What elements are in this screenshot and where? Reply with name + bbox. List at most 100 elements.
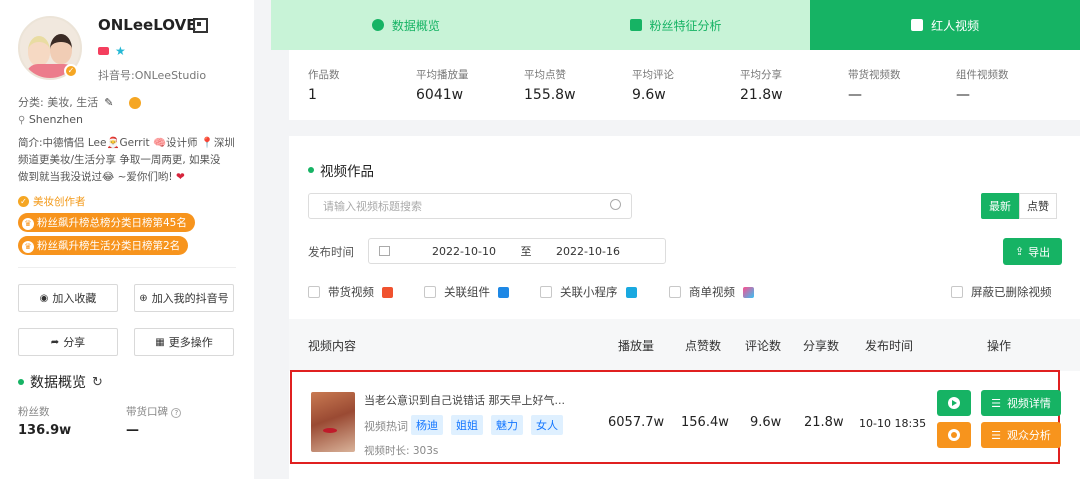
stat-avg-comments: 平均评论 9.6w <box>632 67 740 120</box>
id-card-icon <box>629 19 642 31</box>
sort-likes-button[interactable]: 点赞 <box>1019 193 1057 219</box>
table-row: 当老公意识到自己说错话 那天早上好气... 视频热词 杨迪 姐姐 魅力 女人 视… <box>290 370 1061 464</box>
export-icon: ⇪ <box>1014 245 1025 258</box>
rank-badge[interactable]: ♛ 粉丝飙升榜总榜分类日榜第45名 <box>18 213 195 232</box>
help-icon[interactable]: ? <box>171 408 182 418</box>
verified-badge-icon: ✓ <box>64 64 78 78</box>
level-badge-icon <box>129 96 142 109</box>
stat-label: 作品数 <box>308 69 340 81</box>
plus-circle-icon: ⊕ <box>139 292 148 304</box>
checkbox[interactable] <box>308 286 320 298</box>
fans-value: 136.9w <box>18 423 72 438</box>
rank-badge-label: 粉丝飙升榜生活分类日榜第2名 <box>37 240 181 252</box>
hotword-tag[interactable]: 杨迪 <box>411 415 443 435</box>
column-header-publish-time[interactable]: 发布时间 <box>865 337 913 354</box>
video-title[interactable]: 当老公意识到自己说错话 那天早上好气... <box>364 392 565 408</box>
creator-tag-label: 美妆创作者 <box>33 196 86 208</box>
rank-crown-icon: ♛ <box>22 241 34 253</box>
search-icon[interactable] <box>610 199 621 210</box>
link-icon <box>625 286 637 298</box>
checkbox[interactable] <box>669 286 681 298</box>
add-to-my-account-label: 加入我的抖音号 <box>151 292 229 305</box>
edit-pen-icon[interactable]: ✎ <box>104 94 113 111</box>
video-title-search-input[interactable] <box>308 193 632 219</box>
export-label: 导出 <box>1028 245 1051 259</box>
filter-miniapp[interactable]: 关联小程序 <box>540 284 637 300</box>
more-actions-label: 更多操作 <box>168 336 213 349</box>
publish-date-label: 发布时间 <box>308 245 354 259</box>
bullet-icon <box>18 379 24 385</box>
profile-actions: ◉ 加入收藏 ⊕ 加入我的抖音号 ➦ 分享 ▦ 更多操作 <box>18 284 236 356</box>
stat-value: — <box>956 87 970 103</box>
stat-avg-shares: 平均分享 21.8w <box>740 67 848 120</box>
profile-meta: 分类: 美妆, 生活 ✎ ⚲ Shenzhen <box>18 94 236 129</box>
filter-component[interactable]: 关联组件 <box>424 284 509 300</box>
bio-line: 频道更美妆/生活分享 争取一周两更, 如果没 <box>18 154 221 166</box>
refresh-icon[interactable]: ↻ <box>92 375 103 390</box>
douyin-id: 抖音号:ONLeeStudio <box>98 69 207 82</box>
fans-stat: 粉丝数 136.9w <box>18 404 126 438</box>
filter-hide-deleted[interactable]: 屏蔽已删除视频 <box>951 284 1052 300</box>
filter-sales-videos[interactable]: 带货视频 <box>308 284 393 300</box>
component-icon <box>498 286 509 298</box>
tab-creator-videos[interactable]: 红人视频 <box>810 0 1080 50</box>
column-header-comments[interactable]: 评论数 <box>745 337 781 354</box>
checkbox[interactable] <box>424 286 436 298</box>
video-duration: 视频时长: 303s <box>364 445 439 457</box>
stat-label: 组件视频数 <box>956 69 1009 81</box>
tab-data-overview[interactable]: 数据概览 <box>271 0 541 50</box>
bio: 简介:中德情侣 Lee🎅Gerrit 🧠设计师 📍深圳 频道更美妆/生活分享 争… <box>18 135 236 186</box>
video-camera-icon <box>98 47 109 55</box>
video-thumbnail[interactable] <box>311 392 355 452</box>
date-separator: 至 <box>520 245 532 258</box>
filter-commerce[interactable]: 商单视频 <box>669 284 754 300</box>
add-favorite-button[interactable]: ◉ 加入收藏 <box>18 284 118 312</box>
hotword-label: 视频热词 <box>364 420 408 433</box>
export-button[interactable]: ⇪ 导出 <box>1003 238 1062 265</box>
platform-badges: ★ <box>98 44 126 58</box>
favorite-video-button[interactable] <box>937 422 971 448</box>
bio-line: 简介:中德情侣 Lee🎅Gerrit 🧠设计师 📍深圳 <box>18 137 235 149</box>
location: Shenzhen <box>28 113 84 126</box>
publish-time-cell: 10-10 18:35 <box>859 417 927 430</box>
reputation-label: 带货口碑 <box>126 406 168 418</box>
date-to[interactable]: 2022-10-16 <box>544 245 632 258</box>
video-detail-button[interactable]: ☰ 视频详情 <box>981 390 1061 416</box>
grid-icon: ▦ <box>155 336 165 348</box>
column-header-shares[interactable]: 分享数 <box>803 337 839 354</box>
rank-badge-label: 粉丝飙升榜总榜分类日榜第45名 <box>37 217 187 229</box>
pie-chart-icon <box>371 19 384 31</box>
rank-badge[interactable]: ♛ 粉丝飙升榜生活分类日榜第2名 <box>18 236 189 255</box>
profile-header: ✓ ONLeeLOVE ★ 抖音号:ONLeeStudio <box>18 14 236 94</box>
date-range-picker[interactable]: 2022-10-10 至 2022-10-16 <box>368 238 666 264</box>
stat-avg-plays: 平均播放量 6041w <box>416 67 524 120</box>
tab-fan-analysis[interactable]: 粉丝特征分析 <box>540 0 811 50</box>
works-section-title: 视频作品 <box>308 160 374 180</box>
hotword-tag[interactable]: 魅力 <box>491 415 523 435</box>
column-header-plays[interactable]: 播放量 <box>618 337 654 354</box>
add-to-my-account-button[interactable]: ⊕ 加入我的抖音号 <box>134 284 234 312</box>
main-content: 数据概览 粉丝特征分析 红人视频 作品数 1 平均播放量 6041w 平均点赞 155… <box>271 0 1080 479</box>
location-pin-icon: ⚲ <box>18 115 26 126</box>
hotword-tag[interactable]: 女人 <box>531 415 563 435</box>
filter-label: 商单视频 <box>689 285 735 299</box>
qr-code-icon[interactable] <box>193 18 208 33</box>
sort-latest-button[interactable]: 最新 <box>981 193 1019 219</box>
stat-value: — <box>848 87 862 103</box>
likes-cell: 156.4w <box>681 415 729 430</box>
share-button[interactable]: ➦ 分享 <box>18 328 118 356</box>
more-actions-button[interactable]: ▦ 更多操作 <box>134 328 234 356</box>
bullet-icon <box>308 167 314 173</box>
share-label: 分享 <box>63 336 86 349</box>
checkbox[interactable] <box>540 286 552 298</box>
comments-cell: 9.6w <box>750 415 782 430</box>
date-from[interactable]: 2022-10-10 <box>420 245 508 258</box>
checkbox[interactable] <box>951 286 963 298</box>
fans-label: 粉丝数 <box>18 406 50 418</box>
audience-analysis-button[interactable]: ☰ 观众分析 <box>981 422 1061 448</box>
column-header-likes[interactable]: 点赞数 <box>685 337 721 354</box>
category-label: 分类: 美妆, 生活 <box>18 96 99 109</box>
play-video-button[interactable] <box>937 390 971 416</box>
hotword-tag[interactable]: 姐姐 <box>451 415 483 435</box>
stat-sales-videos: 带货视频数 — <box>848 67 956 120</box>
